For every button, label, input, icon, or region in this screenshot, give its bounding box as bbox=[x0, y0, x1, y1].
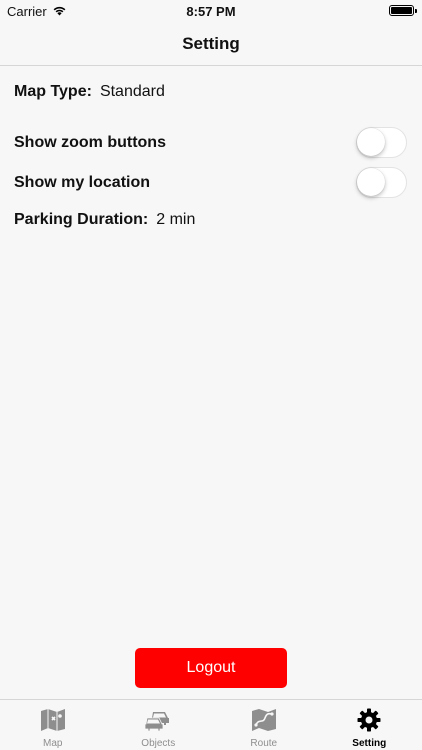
page-title: Setting bbox=[182, 33, 240, 53]
map-type-label: Map Type: bbox=[14, 83, 92, 100]
toggle-knob bbox=[357, 128, 385, 156]
parking-duration-row[interactable]: Parking Duration: 2 min bbox=[14, 211, 408, 229]
route-icon bbox=[250, 707, 278, 733]
tab-map[interactable]: Map bbox=[0, 700, 106, 750]
map-type-row[interactable]: Map Type: Standard bbox=[14, 83, 408, 101]
map-type-value[interactable]: Standard bbox=[100, 83, 165, 101]
map-icon bbox=[39, 707, 67, 733]
tab-setting-label: Setting bbox=[352, 738, 387, 749]
tab-route[interactable]: Route bbox=[211, 700, 317, 750]
logout-button[interactable]: Logout bbox=[135, 648, 287, 688]
cars-icon bbox=[144, 707, 172, 733]
parking-duration-label: Parking Duration: bbox=[14, 211, 149, 228]
gear-icon bbox=[355, 707, 383, 733]
zoom-buttons-label: Show zoom buttons bbox=[14, 133, 166, 151]
my-location-label: Show my location bbox=[14, 173, 151, 191]
parking-duration-value[interactable]: 2 min bbox=[156, 211, 195, 229]
zoom-buttons-row: Show zoom buttons bbox=[14, 127, 407, 158]
zoom-buttons-toggle[interactable] bbox=[356, 127, 407, 158]
status-time: 8:57 PM bbox=[186, 4, 236, 19]
my-location-row: Show my location bbox=[14, 167, 407, 198]
battery-icon bbox=[389, 5, 417, 16]
tab-route-label: Route bbox=[250, 738, 278, 749]
tab-objects-label: Objects bbox=[141, 738, 176, 749]
toggle-knob bbox=[357, 168, 385, 196]
tab-objects[interactable]: Objects bbox=[106, 700, 212, 750]
my-location-toggle[interactable] bbox=[356, 167, 407, 198]
tab-map-label: Map bbox=[43, 738, 63, 749]
navigation-bar: Setting bbox=[0, 22, 422, 66]
tab-bar: Map Objects Route Setting bbox=[0, 699, 422, 750]
status-bar: Carrier 8:57 PM bbox=[0, 0, 422, 22]
tab-setting[interactable]: Setting bbox=[317, 700, 422, 750]
